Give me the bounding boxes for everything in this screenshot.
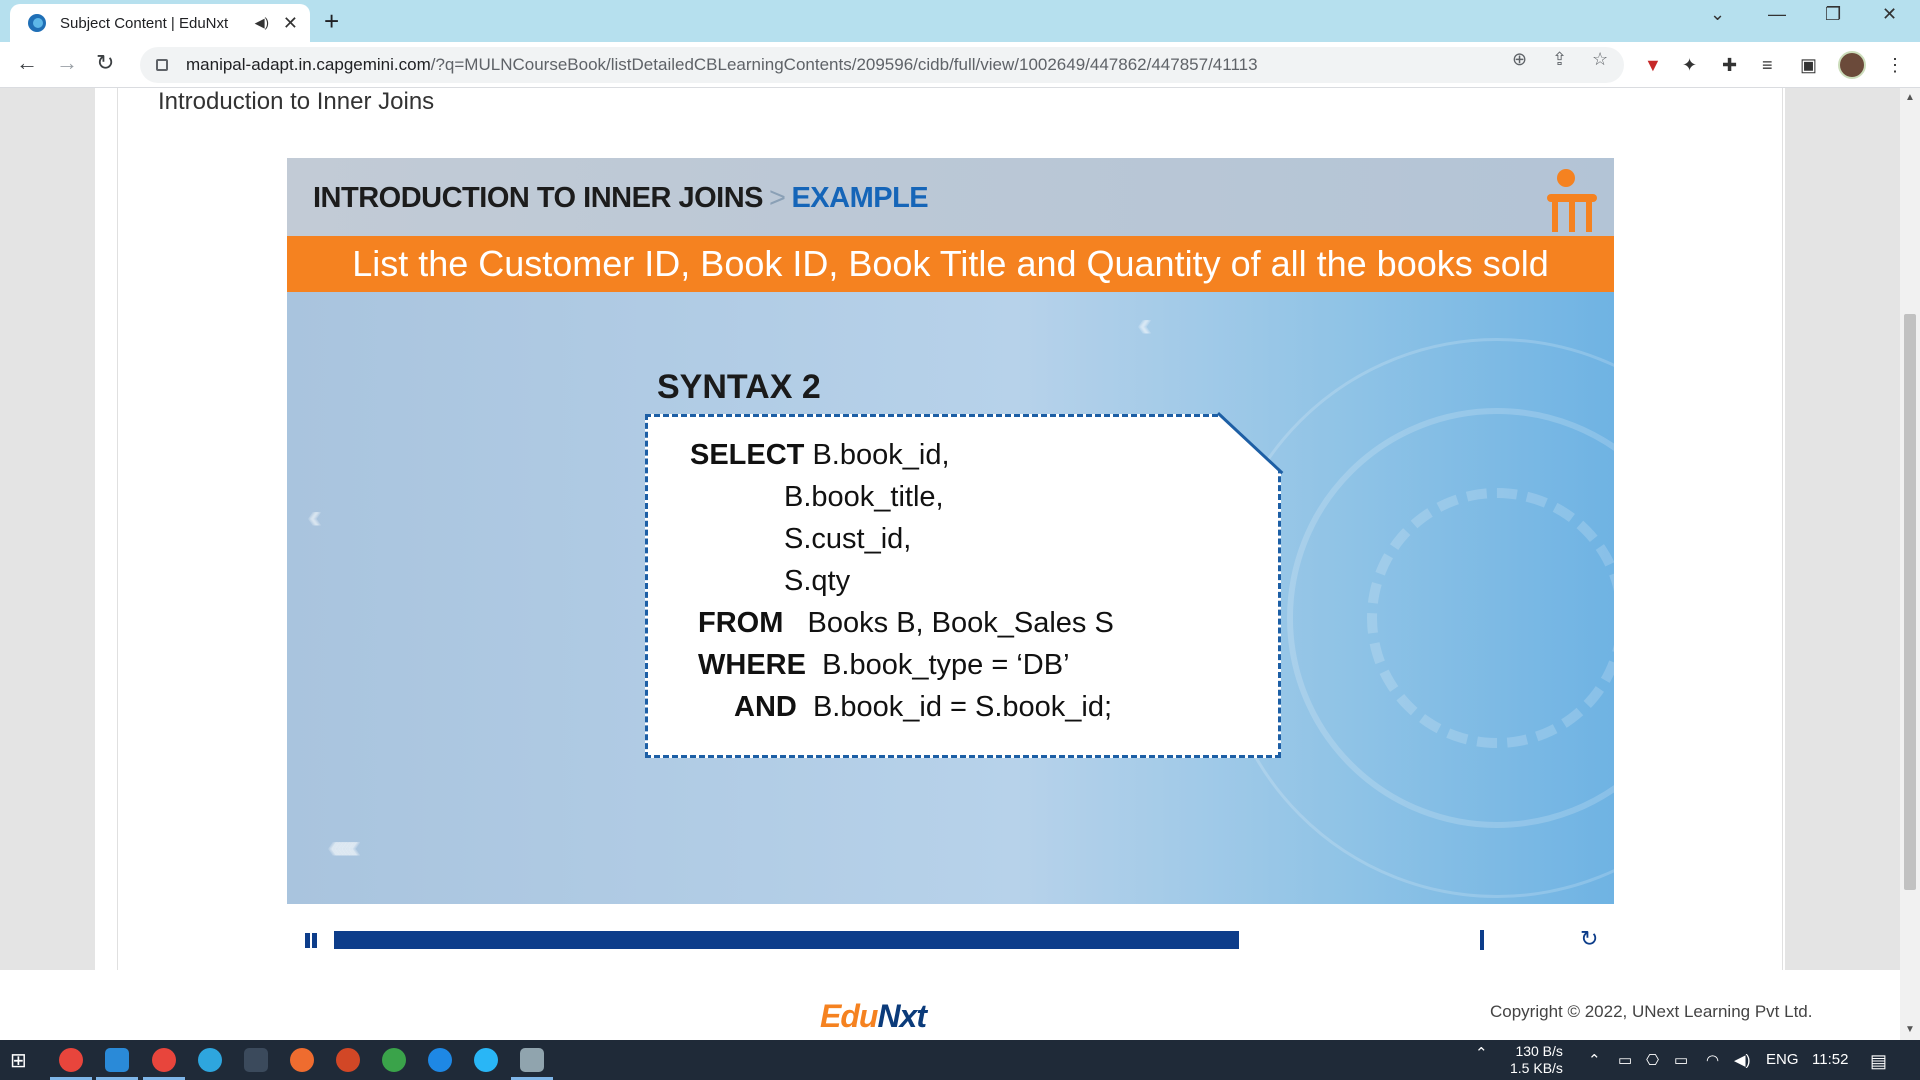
windows-taskbar: ⊞ ⌃ 130 B/s 1.5 KB/s ⌃ ▭ ⎔ ▭ ◠ ◀) ENG 11:… [0,1040,1920,1080]
show-hidden-icons-icon[interactable]: ⌃ [1588,1051,1601,1069]
green-app-icon[interactable] [382,1048,406,1072]
lock-icon[interactable] [156,59,168,71]
telegram-icon[interactable] [198,1048,222,1072]
side-panel-icon[interactable]: ▣ [1800,55,1817,76]
scroll-down-arrow-icon[interactable]: ▼ [1905,1024,1915,1035]
replay-icon[interactable]: ↻ [1580,926,1598,952]
browser-tab[interactable]: Subject Content | EduNxt ◀) ✕ [10,4,310,42]
menu-kebab-icon[interactable]: ⋮ [1886,55,1904,76]
browser-toolbar: ← → ↻ manipal-adapt.in.capgemini.com/?q=… [0,42,1920,88]
chrome-profile-icon[interactable] [152,1048,176,1072]
zoom-icon[interactable]: ⊕ [1512,49,1527,70]
edunxt-favicon-icon [28,14,46,32]
bookmark-star-icon[interactable]: ☆ [1592,49,1608,70]
code-line-and: AND B.book_id = S.book_id; [734,691,1113,723]
tab-search-icon[interactable]: ⌄ [1710,4,1725,25]
restore-icon[interactable]: ❐ [1825,4,1841,25]
tab-title: Subject Content | EduNxt [60,14,229,32]
powerpoint-icon[interactable] [336,1048,360,1072]
question-text: List the Customer ID, Book ID, Book Titl… [352,243,1549,284]
address-bar[interactable]: manipal-adapt.in.capgemini.com/?q=MULNCo… [140,47,1624,83]
chevron-decoration: ‹‹‹ ‹‹‹ ‹‹‹ ‹‹‹ ‹‹‹ ‹‹‹ ‹‹‹ [327,828,362,866]
display-icon[interactable]: ▭ [1618,1051,1632,1069]
notifications-icon[interactable]: ▤ [1870,1051,1887,1072]
slide-header: INTRODUCTION TO INNER JOINS > EXAMPLE [287,158,1614,236]
manipal-logo-icon [1547,169,1597,232]
puzzle-extensions-icon[interactable]: ✚ [1722,55,1737,76]
url-text: manipal-adapt.in.capgemini.com/?q=MULNCo… [186,55,1258,74]
syntax-heading: SYNTAX 2 [657,368,821,406]
scroll-up-arrow-icon[interactable]: ▲ [1905,92,1915,103]
wifi-icon[interactable]: ◠ [1706,1051,1719,1069]
reload-icon[interactable]: ↻ [96,50,114,76]
chevron-decoration: ‹‹‹‹ [307,498,323,536]
seek-progress-bar[interactable] [334,931,1239,949]
language-indicator[interactable]: ENG [1766,1051,1799,1068]
battery-icon[interactable]: ▭ [1674,1051,1688,1069]
page-scrollbar[interactable]: ▲ ▼ [1900,88,1920,1040]
content-title: Introduction to Inner Joins [158,88,435,115]
slide-header-title: INTRODUCTION TO INNER JOINS > EXAMPLE [313,182,929,214]
extension-icon[interactable]: ✦ [1682,55,1697,76]
copyright-text: Copyright © 2022, UNext Learning Pvt Ltd… [1490,1002,1813,1021]
code-line: S.qty [784,565,851,597]
vscode-icon[interactable] [105,1048,129,1072]
pause-icon[interactable] [303,933,319,948]
tech-circle-decoration [1367,488,1614,748]
video-frame[interactable]: ‹‹‹‹ ‹‹‹‹ ‹‹‹ ‹‹‹ ‹‹‹ ‹‹‹ ‹‹‹ ‹‹‹ ‹‹‹ IN… [287,158,1614,904]
share-icon[interactable]: ⇪ [1552,49,1567,70]
chrome-icon[interactable] [59,1048,83,1072]
tray-chevron-icon[interactable]: ⌃ [1475,1044,1488,1062]
page-footer: EduNxt Copyright © 2022, UNext Learning … [0,970,1900,1040]
chevron-decoration: ‹‹‹‹ [1137,306,1153,344]
close-tab-icon[interactable]: ✕ [283,13,298,34]
new-tab-button[interactable]: + [324,6,339,37]
code-line: S.cust_id, [784,523,912,555]
blue-app-icon[interactable] [428,1048,452,1072]
postman-icon[interactable] [290,1048,314,1072]
windows-start-icon[interactable]: ⊞ [10,1048,34,1072]
pocket-extension-icon[interactable]: ▼ [1644,55,1662,76]
speaker-icon[interactable]: ◀) [255,15,269,31]
code-line-select: SELECT B.book_id, [690,439,950,471]
code-line: B.book_title, [784,481,944,513]
inkscape-icon[interactable] [244,1048,268,1072]
network-speed: 130 B/s 1.5 KB/s [1510,1043,1563,1076]
player-controls: ↻ [287,918,1614,960]
edunxt-logo: EduNxt [820,998,927,1034]
media-control-icon[interactable]: ≡ [1762,55,1773,76]
sql-code-box: SELECT B.book_id, B.book_title, S.cust_i… [645,414,1281,758]
clock[interactable]: 11:52 [1812,1051,1848,1068]
minimize-icon[interactable]: — [1768,4,1786,25]
profile-avatar[interactable] [1838,51,1866,79]
browser-tab-strip: Subject Content | EduNxt ◀) ✕ + ⌄ — ❐ ✕ [0,0,1920,42]
code-line-from: FROM Books B, Book_Sales S [698,607,1114,639]
meet-now-icon[interactable]: ⎔ [1646,1051,1659,1069]
volume-slider[interactable] [1480,930,1484,950]
volume-icon[interactable]: ◀) [1734,1051,1751,1069]
back-icon[interactable]: ← [16,50,38,76]
task-manager-icon[interactable] [520,1048,544,1072]
edge-icon[interactable] [474,1048,498,1072]
question-banner: List the Customer ID, Book ID, Book Titl… [287,236,1614,292]
forward-icon[interactable]: → [56,50,78,76]
scrollbar-thumb[interactable] [1904,314,1916,890]
close-window-icon[interactable]: ✕ [1882,4,1897,25]
code-line-where: WHERE B.book_type = ‘DB’ [698,649,1070,681]
